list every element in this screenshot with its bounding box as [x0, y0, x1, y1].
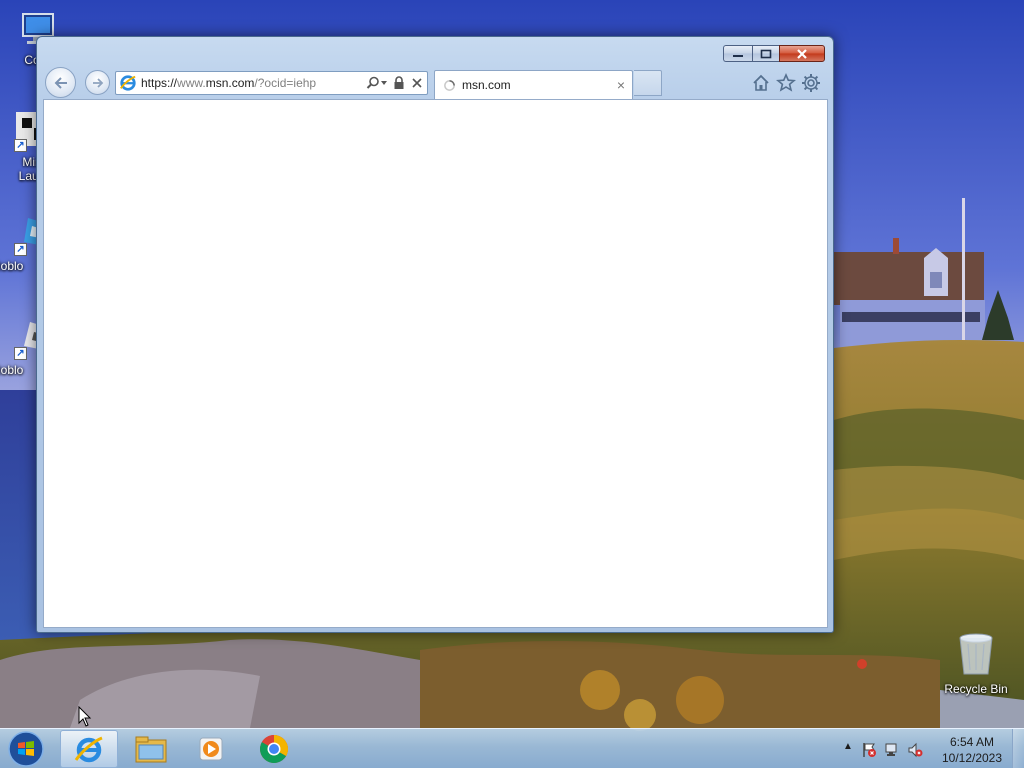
security-lock-button[interactable]	[391, 75, 407, 91]
restore-button[interactable]	[752, 45, 779, 62]
shortcut-arrow-icon: ↗	[14, 347, 27, 360]
address-bar[interactable]: https://www.msn.com/?ocid=iehp	[115, 71, 428, 95]
back-icon	[54, 76, 67, 89]
start-button[interactable]	[6, 730, 46, 768]
restore-icon	[760, 49, 772, 58]
browser-toolbar: https://www.msn.com/?ocid=iehp msn.com ×	[37, 65, 833, 99]
shortcut-arrow-icon: ↗	[14, 139, 27, 152]
desktop-icon-recycle-bin[interactable]: Recycle Bin	[940, 632, 1012, 696]
file-explorer-icon	[135, 736, 167, 763]
recycle-bin-label: Recycle Bin	[944, 682, 1008, 696]
stop-icon	[412, 78, 422, 88]
action-center-flag-icon[interactable]	[861, 742, 877, 758]
taskbar-internet-explorer[interactable]	[60, 730, 118, 768]
mouse-cursor-icon	[78, 706, 92, 727]
taskbar: ▲ 6:54 AM 10/12/2023	[0, 728, 1024, 768]
tab-title: msn.com	[462, 78, 511, 92]
home-icon[interactable]	[751, 73, 771, 93]
loading-spinner-icon	[444, 79, 455, 91]
show-hidden-icons-button[interactable]: ▲	[843, 741, 859, 757]
search-button[interactable]	[365, 75, 389, 91]
recycle-bin-icon	[959, 633, 993, 675]
taskbar-file-explorer[interactable]	[122, 730, 180, 768]
forward-icon	[92, 77, 103, 88]
lock-icon	[394, 76, 404, 89]
favorites-icon[interactable]	[776, 73, 796, 93]
internet-explorer-window[interactable]: https://www.msn.com/?ocid=iehp msn.com ×	[36, 36, 834, 633]
page-content-area[interactable]	[43, 99, 828, 628]
url-text[interactable]: https://www.msn.com/?ocid=iehp	[141, 76, 365, 90]
close-icon	[797, 48, 807, 59]
clock-date: 10/12/2023	[941, 751, 1003, 765]
stop-button[interactable]	[409, 75, 425, 91]
tab-close-button[interactable]: ×	[614, 77, 628, 93]
internet-explorer-icon	[74, 736, 103, 763]
show-desktop-button[interactable]	[1012, 729, 1024, 768]
system-clock[interactable]: 6:54 AM 10/12/2023	[940, 734, 1004, 766]
new-tab-button[interactable]	[634, 70, 662, 96]
shortcut-arrow-icon: ↗	[14, 243, 27, 256]
tab-msn[interactable]: msn.com ×	[434, 70, 633, 99]
tools-icon[interactable]	[801, 73, 821, 93]
url-path: /?ocid=iehp	[254, 76, 317, 90]
search-icon	[366, 76, 387, 89]
close-window-button[interactable]	[779, 45, 825, 62]
chrome-icon	[260, 735, 288, 763]
clock-time: 6:54 AM	[949, 735, 995, 749]
taskbar-media-player[interactable]	[182, 730, 240, 768]
url-prefix: https://	[141, 76, 178, 90]
notification-area: ▲ 6:54 AM 10/12/2023	[840, 729, 1024, 768]
window-caption-buttons	[723, 45, 825, 62]
taskbar-chrome[interactable]	[245, 730, 303, 768]
network-icon[interactable]	[884, 742, 900, 758]
minimize-icon	[733, 54, 743, 57]
media-player-icon	[199, 737, 223, 761]
forward-button[interactable]	[85, 70, 110, 95]
minimize-button[interactable]	[723, 45, 752, 62]
url-host-dim: www.	[177, 76, 206, 90]
url-host: msn.com	[205, 76, 255, 90]
windows-start-icon	[8, 731, 44, 767]
volume-muted-icon[interactable]	[907, 742, 923, 758]
internet-explorer-icon	[120, 75, 136, 91]
back-button[interactable]	[45, 67, 76, 98]
